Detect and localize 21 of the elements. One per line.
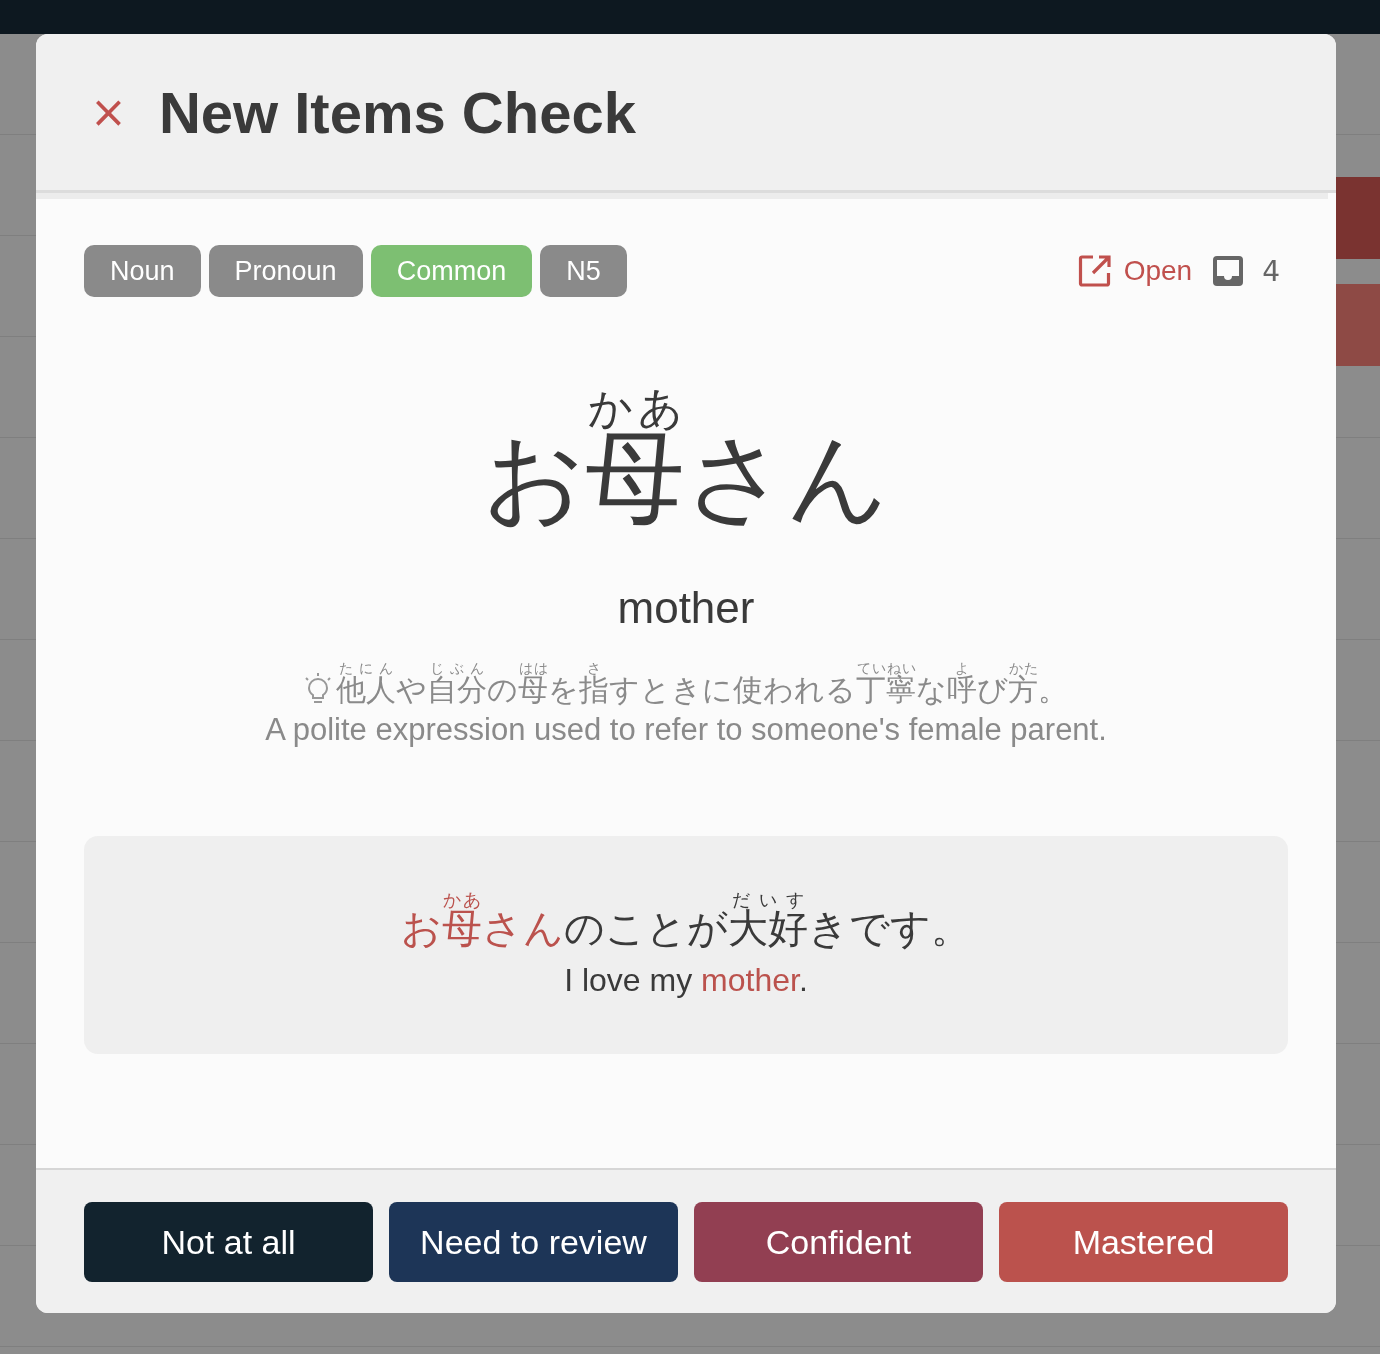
- tag: Common: [370, 245, 533, 297]
- dialog-title: New Items Check: [158, 78, 636, 146]
- rating-button[interactable]: Confident: [694, 1202, 983, 1282]
- definition-translation: A polite expression used to refer to someone's female parent.: [264, 712, 1108, 748]
- inbox-icon: [1212, 255, 1245, 287]
- external-link-icon: [1077, 254, 1112, 288]
- rating-button[interactable]: Need to review: [389, 1202, 678, 1282]
- example-translation: I love my mother.: [563, 962, 809, 999]
- definition-text: 他人 たにん や自分 じぶん の母 はは を指 さ すときに使われる丁寧 ていねい な呼 よ び方 かた 。: [336, 661, 1068, 706]
- review-count: 4: [1262, 254, 1280, 288]
- tag: N5: [540, 245, 627, 297]
- rating-button[interactable]: Not at all: [84, 1202, 373, 1282]
- example-sentence: お母 かあ さんのことが大好 だいす きです。: [401, 891, 971, 950]
- close-button[interactable]: ×: [90, 90, 127, 134]
- rating-button[interactable]: Mastered: [999, 1202, 1288, 1282]
- word-meaning: mother: [616, 583, 756, 633]
- tag: Noun: [84, 245, 201, 297]
- tag: Pronoun: [208, 245, 363, 297]
- vocabulary-word: お母 かあ さん: [483, 387, 889, 533]
- open-link[interactable]: Open: [1077, 254, 1193, 288]
- lightbulb-icon: [304, 672, 332, 706]
